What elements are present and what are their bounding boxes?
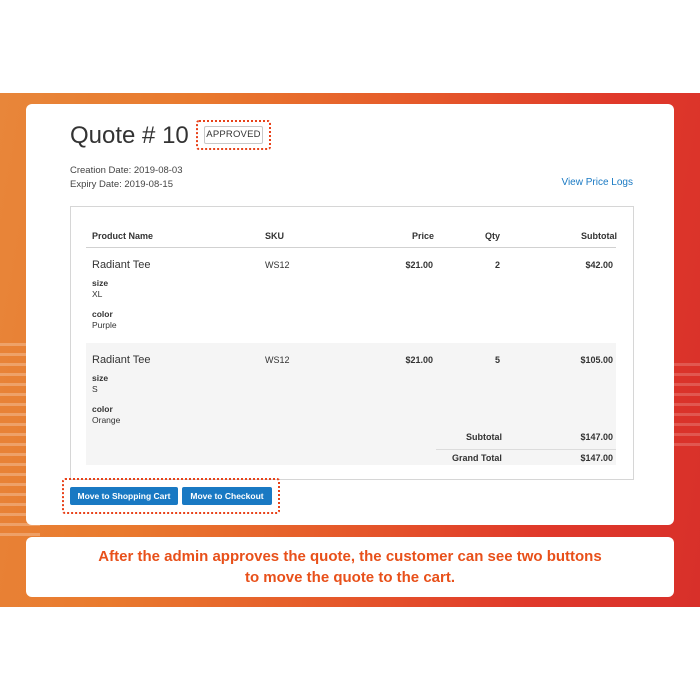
option-label: size [92,278,109,288]
table-row: Radiant Tee size XL color Purple WS12 $2… [86,248,616,343]
quote-card: Quote # 10 APPROVED Creation Date: 2019-… [26,104,674,525]
caption-card: After the admin approves the quote, the … [26,537,674,597]
column-header-product: Product Name [92,231,154,241]
column-header-price: Price [412,231,435,241]
subtotal-label: Subtotal [466,432,502,442]
status-highlight: APPROVED [196,120,271,150]
sku-cell: WS12 [265,260,290,270]
action-buttons-highlight: Move to Shopping Cart Move to Checkout [62,478,280,514]
grand-total-label: Grand Total [452,453,502,463]
grand-total-value: $147.00 [580,453,613,463]
caption-text: After the admin approves the quote, the … [26,546,674,588]
quote-items-table: Product Name SKU Price Qty Subtotal Radi… [70,206,634,480]
qty-cell: 5 [495,355,501,365]
option-label: color [92,309,113,319]
column-header-subtotal: Subtotal [581,231,617,241]
creation-date: Creation Date: 2019-08-03 [70,165,183,176]
status-badge: APPROVED [204,126,263,144]
subtotal-cell: $42.00 [585,260,613,270]
column-header-qty: Qty [485,231,501,241]
price-cell: $21.00 [405,260,433,270]
option-value: Orange [92,415,121,425]
totals-divider [436,449,616,450]
option-value: Purple [92,320,117,330]
price-cell: $21.00 [405,355,433,365]
option-label: size [92,373,109,383]
product-name: Radiant Tee [92,259,151,271]
qty-cell: 2 [495,260,501,270]
option-value: S [92,384,98,394]
caption-line-1: After the admin approves the quote, the … [98,548,602,565]
table-row: Radiant Tee size S color Orange WS12 $21… [86,343,616,465]
caption-line-2: to move the quote to the cart. [244,569,455,586]
option-label: color [92,404,113,414]
move-to-shopping-cart-button[interactable]: Move to Shopping Cart [70,487,178,505]
quote-dates: Creation Date: 2019-08-03 Expiry Date: 2… [70,164,183,192]
option-value: XL [92,289,103,299]
subtotal-value: $147.00 [580,432,613,442]
page-title: Quote # 10 [70,122,189,149]
decorative-stripes-right [670,363,700,453]
move-to-checkout-button[interactable]: Move to Checkout [182,487,272,505]
expiry-date: Expiry Date: 2019-08-15 [70,179,173,190]
product-name: Radiant Tee [92,354,151,366]
column-header-sku: SKU [265,231,285,241]
table-header: Product Name SKU Price Qty Subtotal [86,207,617,248]
subtotal-cell: $105.00 [580,355,613,365]
sku-cell: WS12 [265,355,290,365]
view-price-logs-link[interactable]: View Price Logs [561,177,633,188]
